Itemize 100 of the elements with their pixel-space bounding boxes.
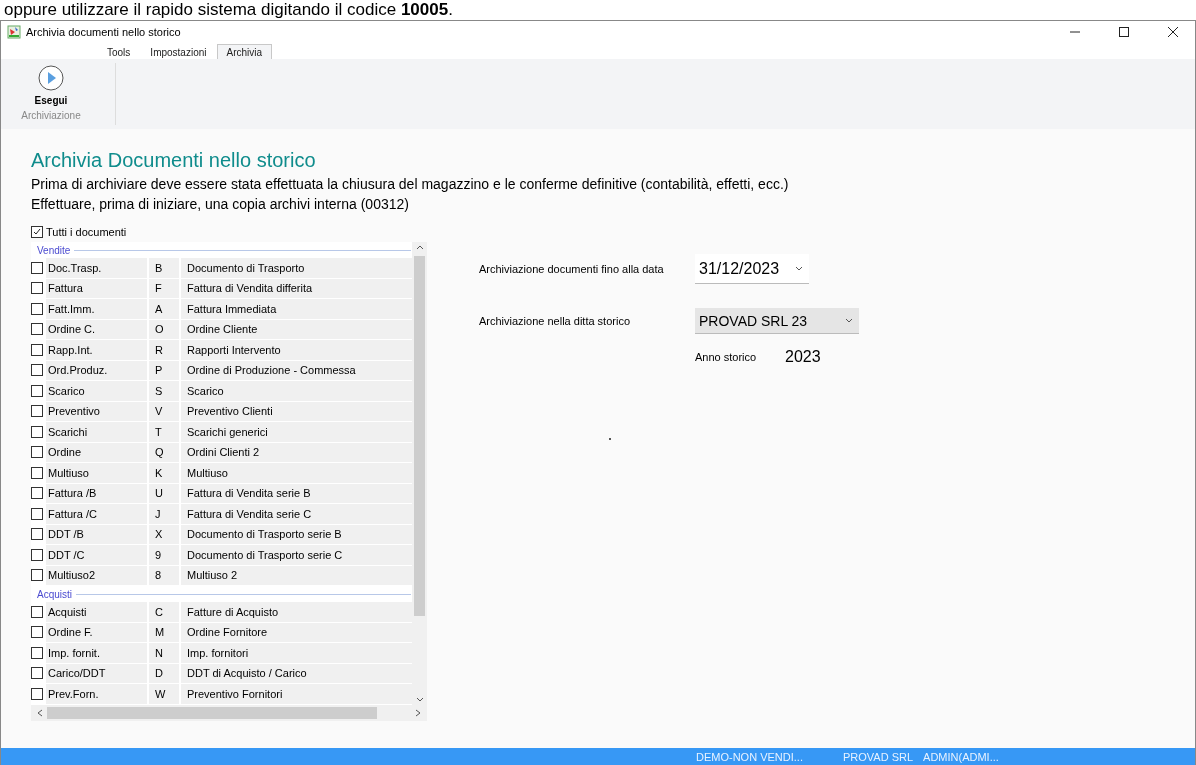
table-cell: F — [149, 278, 179, 298]
year-value: 2023 — [785, 348, 821, 366]
checkbox[interactable] — [31, 384, 43, 397]
table-cell: Documento di Trasporto — [181, 258, 413, 278]
ribbon-tab[interactable]: Impostazioni — [140, 44, 217, 59]
checkbox[interactable] — [31, 343, 43, 356]
checkbox[interactable] — [31, 323, 43, 336]
checkbox[interactable] — [31, 364, 43, 377]
checkbox[interactable] — [31, 605, 43, 618]
table-cell: Documento di Trasporto serie C — [181, 545, 413, 565]
table-cell: Ordine Fornitore — [181, 622, 413, 642]
checkbox[interactable] — [31, 528, 43, 541]
app-icon — [7, 25, 21, 39]
table-cell: Fattura — [46, 278, 147, 298]
chevron-right-icon — [415, 708, 421, 717]
field-label: Anno storico — [695, 351, 758, 363]
checkbox[interactable] — [31, 646, 43, 659]
table-cell: Fatture di Acquisto — [181, 602, 413, 622]
checkbox[interactable] — [31, 569, 43, 582]
table-cell: Documento di Trasporto serie B — [181, 524, 413, 544]
group-header: Vendite — [37, 244, 71, 256]
table-cell: Multiuso2 — [46, 565, 147, 585]
table-cell: DDT /C — [46, 545, 147, 565]
table-cell: W — [149, 684, 179, 704]
table-cell: A — [149, 299, 179, 319]
table-cell: Prev.Forn. — [46, 684, 147, 704]
checkbox[interactable] — [31, 425, 43, 438]
table-cell: Ordine F. — [46, 622, 147, 642]
checkbox[interactable] — [31, 446, 43, 459]
checkbox[interactable] — [31, 507, 43, 520]
background-text: oppure utilizzare il rapido sistema digitando il codice 10005. — [3, 0, 454, 20]
checkbox[interactable] — [31, 687, 43, 700]
table-cell: DDT di Acquisto / Carico — [181, 663, 413, 683]
chevron-up-icon — [416, 245, 424, 250]
chevron-left-icon — [37, 708, 43, 717]
group-header: Acquisti — [37, 588, 72, 600]
checkbox[interactable] — [31, 487, 43, 500]
run-button[interactable]: Esegui — [32, 63, 70, 108]
table-cell: Doc.Trasp. — [46, 258, 147, 278]
table-cell: Preventivo — [46, 401, 147, 421]
table-cell: Preventivo Clienti — [181, 401, 413, 421]
table-cell: Scarichi — [46, 422, 147, 442]
checkbox[interactable] — [31, 226, 43, 238]
table-cell: Fattura /C — [46, 504, 147, 524]
table-cell: U — [149, 483, 179, 503]
table-cell: Scarichi generici — [181, 422, 413, 442]
table-cell: Ordine C. — [46, 319, 147, 339]
table-cell: Preventivo Fornitori — [181, 684, 413, 704]
table-cell: Imp. fornit. — [46, 643, 147, 663]
checkbox[interactable] — [31, 667, 43, 680]
table-cell: Ordini Clienti 2 — [181, 442, 413, 462]
chevron-down-icon — [795, 266, 803, 271]
ribbon-tab[interactable]: Tools — [97, 44, 141, 59]
chevron-down-icon — [845, 318, 853, 323]
table-cell: 8 — [149, 565, 179, 585]
table-cell: DDT /B — [46, 524, 147, 544]
check-icon — [33, 228, 41, 236]
table-cell: N — [149, 643, 179, 663]
table-cell: K — [149, 463, 179, 483]
table-cell: Fattura /B — [46, 483, 147, 503]
table-cell: X — [149, 524, 179, 544]
checkbox[interactable] — [31, 261, 43, 274]
table-cell: 9 — [149, 545, 179, 565]
checkbox[interactable] — [31, 466, 43, 479]
checkbox[interactable] — [31, 405, 43, 418]
table-cell: Ord.Produz. — [46, 360, 147, 380]
table-cell: R — [149, 340, 179, 360]
table-cell: V — [149, 401, 179, 421]
checkbox[interactable] — [31, 302, 43, 315]
checkbox[interactable] — [31, 626, 43, 639]
table-cell: J — [149, 504, 179, 524]
table-cell: Scarico — [46, 381, 147, 401]
table-cell: Fattura di Vendita serie B — [181, 483, 413, 503]
table-cell: Multiuso — [46, 463, 147, 483]
date-picker[interactable]: 31/12/2023 — [695, 254, 809, 284]
checkbox[interactable] — [31, 282, 43, 295]
group-label: Archiviazione — [21, 110, 81, 121]
table-cell: S — [149, 381, 179, 401]
table-cell: P — [149, 360, 179, 380]
ribbon-tab[interactable]: Archivia — [216, 44, 273, 59]
close-icon — [1168, 27, 1178, 37]
vertical-scrollbar[interactable] — [412, 242, 427, 705]
field-label: Archiviazione nella ditta storico — [479, 315, 632, 327]
company-dropdown[interactable]: PROVAD SRL 23 — [695, 308, 859, 334]
page-heading: Archivia Documenti nello storico — [31, 149, 317, 172]
chevron-down-icon — [416, 696, 424, 702]
play-icon — [38, 65, 64, 91]
instruction-text: Effettuare, prima di iniziare, una copia archivi interna (00312) — [31, 196, 410, 212]
table-cell: Ordine di Produzione - Commessa — [181, 360, 413, 380]
table-cell: Ordine — [46, 442, 147, 462]
checkbox[interactable] — [31, 548, 43, 561]
window-title: Archivia documenti nello storico — [26, 26, 182, 38]
table-cell: Rapp.Int. — [46, 340, 147, 360]
table-cell: O — [149, 319, 179, 339]
table-cell: Carico/DDT — [46, 663, 147, 683]
checkbox-label: Tutti i documenti — [46, 226, 127, 238]
table-cell: Rapporti Intervento — [181, 340, 413, 360]
status-text: ADMIN(ADMI... — [923, 750, 999, 763]
maximize-icon — [1119, 27, 1129, 37]
status-text: DEMO-NON VENDI... — [696, 750, 803, 763]
